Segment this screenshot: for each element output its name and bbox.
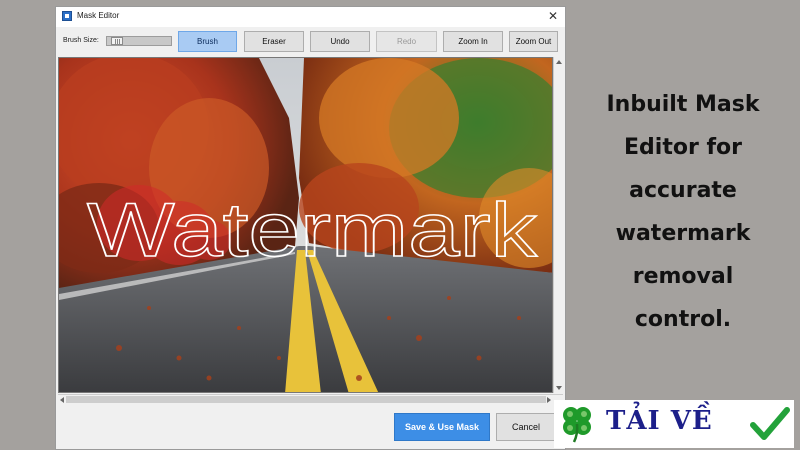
brush-button[interactable]: Brush bbox=[178, 31, 237, 52]
watermark-text: Watermark bbox=[87, 188, 538, 273]
slider-thumb[interactable] bbox=[111, 37, 123, 45]
caption-line: Inbuilt Mask bbox=[606, 92, 760, 117]
undo-button[interactable]: Undo bbox=[310, 31, 370, 52]
brush-size-label: Brush Size: bbox=[63, 37, 99, 44]
close-icon[interactable]: ✕ bbox=[548, 9, 558, 23]
app-icon bbox=[62, 11, 72, 21]
zoom-in-button[interactable]: Zoom In bbox=[443, 31, 503, 52]
eraser-button[interactable]: Eraser bbox=[244, 31, 304, 52]
image-canvas[interactable]: Watermark bbox=[58, 57, 553, 393]
redo-button[interactable]: Redo bbox=[376, 31, 437, 52]
download-text: TẢI VỀ bbox=[606, 406, 713, 436]
caption-line: control. bbox=[634, 307, 732, 332]
caption-line: removal bbox=[632, 264, 734, 289]
scroll-right-icon[interactable] bbox=[547, 397, 551, 403]
scroll-up-icon[interactable] bbox=[556, 60, 562, 64]
feature-caption: Inbuilt Mask Editor for accurate waterma… bbox=[566, 83, 800, 341]
horizontal-scroll-thumb[interactable] bbox=[66, 396, 546, 403]
four-leaf-clover-icon bbox=[563, 407, 591, 443]
caption-line: accurate bbox=[629, 178, 737, 203]
caption-line: watermark bbox=[615, 221, 751, 246]
brush-size-slider[interactable] bbox=[106, 36, 172, 46]
horizontal-scrollbar[interactable] bbox=[58, 394, 563, 404]
caption-line: Editor for bbox=[624, 135, 742, 160]
scroll-left-icon[interactable] bbox=[60, 397, 64, 403]
toolbar: Brush Size: Brush Eraser Undo Redo Zoom … bbox=[56, 27, 565, 57]
scroll-down-icon[interactable] bbox=[556, 386, 562, 390]
mask-editor-window: Mask Editor ✕ Brush Size: Brush Eraser U… bbox=[55, 6, 566, 450]
window-title: Mask Editor bbox=[77, 11, 120, 20]
save-use-mask-button[interactable]: Save & Use Mask bbox=[394, 413, 490, 441]
download-badge[interactable]: TẢI VỀ bbox=[554, 400, 794, 448]
vertical-scrollbar[interactable] bbox=[553, 57, 563, 393]
zoom-out-button[interactable]: Zoom Out bbox=[509, 31, 558, 52]
check-icon bbox=[750, 407, 790, 440]
cancel-button[interactable]: Cancel bbox=[496, 413, 556, 441]
autumn-road-photo: Watermark bbox=[59, 58, 552, 392]
title-bar: Mask Editor ✕ bbox=[56, 7, 565, 27]
